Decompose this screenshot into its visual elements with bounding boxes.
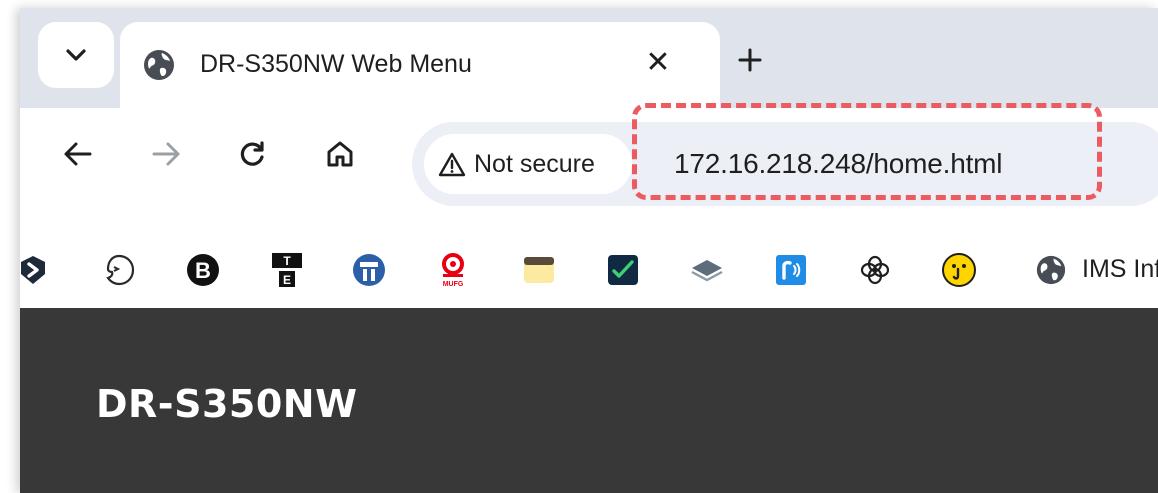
plus-icon [738,48,762,72]
face-outline-icon [106,254,135,286]
yellow-face-icon [942,253,976,287]
tab-title: DR-S350NW Web Menu [200,50,472,78]
bookmark-9[interactable] [688,251,726,289]
page-title: DR-S350NW [96,382,358,426]
layers-icon [691,260,723,282]
screenshot-frame: DR-S350NW Web Menu ✕ Not secure 172.16.2… [0,0,1158,493]
site-info-chip[interactable]: Not secure [424,134,632,194]
bookmark-2[interactable] [100,251,138,289]
bookmark-6[interactable]: MUFG [434,251,472,289]
svg-text:E: E [283,273,291,287]
blue-logo-icon [353,254,385,286]
bookmark-8[interactable] [604,251,642,289]
mufg-icon: MUFG [442,253,464,288]
bookmark-label-ims[interactable]: IMS Inf [1082,255,1158,284]
not-secure-label: Not secure [474,150,595,178]
reload-icon [240,141,264,166]
toolbar: Not secure 172.16.218.248/home.html [20,108,1158,238]
globe-icon [1036,255,1066,285]
bookmark-5[interactable] [350,251,388,289]
bookmark-12[interactable] [940,251,978,289]
arrow-left-icon [64,142,92,166]
reload-button[interactable] [230,132,274,176]
globe-icon [144,50,174,80]
bookmarks-bar: B T E MUFG IMS Inf [20,233,1158,308]
chevron-down-icon [66,49,86,61]
notepad-icon [524,257,554,283]
bookmark-4[interactable]: T E [268,251,306,289]
bookmark-7[interactable] [520,251,558,289]
url-text[interactable]: 172.16.218.248/home.html [674,148,1003,180]
bookmark-3[interactable]: B [184,251,222,289]
openai-icon [860,255,890,285]
bookmark-11[interactable] [856,251,894,289]
forward-button[interactable] [144,132,188,176]
te-logo-icon: T E [272,253,302,287]
r-logo-icon [776,255,806,285]
close-glyph: ✕ [645,45,671,79]
bookmark-13[interactable] [1032,251,1070,289]
home-button[interactable] [318,132,362,176]
svg-text:T: T [283,254,291,268]
page-header: DR-S350NW [20,308,1158,493]
b-circle-icon: B [187,254,219,286]
chart-check-icon [608,255,638,285]
home-icon [327,141,353,167]
close-icon[interactable]: ✕ [640,44,676,80]
tab-search-button[interactable] [38,22,114,88]
svg-text:B: B [195,258,211,283]
bookmark-1[interactable] [20,251,52,289]
svg-text:MUFG: MUFG [443,281,464,288]
tab-strip: DR-S350NW Web Menu ✕ [20,8,1158,108]
back-button[interactable] [56,132,100,176]
arrow-right-icon [152,142,180,166]
address-bar[interactable]: Not secure 172.16.218.248/home.html [412,122,1158,206]
bookmark-10[interactable] [772,251,810,289]
browser-window: DR-S350NW Web Menu ✕ Not secure 172.16.2… [20,8,1158,493]
shield-arrow-icon [21,256,45,284]
warning-triangle-icon [438,152,466,177]
new-tab-button[interactable] [732,42,768,78]
tab-active[interactable]: DR-S350NW Web Menu ✕ [120,22,720,108]
